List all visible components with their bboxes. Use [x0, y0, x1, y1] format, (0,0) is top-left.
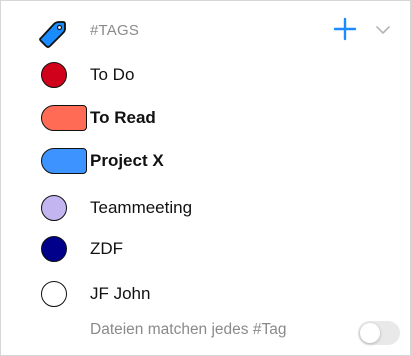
tag-color-swatch	[41, 148, 87, 174]
tag-label: Teammeeting	[90, 198, 193, 217]
tag-color-swatch	[41, 62, 67, 88]
tag-color-swatch	[41, 236, 67, 262]
match-all-toggle[interactable]	[358, 321, 400, 345]
tag-item[interactable]: To Do	[1, 55, 410, 95]
tags-section-title: #TAGS	[90, 22, 140, 39]
toggle-knob	[360, 323, 380, 343]
tag-label: To Do	[90, 65, 135, 84]
tag-item[interactable]: Project X	[1, 141, 410, 181]
tag-icon	[39, 21, 66, 48]
match-all-label: Dateien matchen jedes #Tag	[90, 321, 287, 338]
tag-item[interactable]: Teammeeting	[1, 188, 410, 228]
plus-icon	[333, 17, 357, 41]
tag-color-swatch	[41, 281, 67, 307]
tag-label: Project X	[90, 151, 164, 170]
tag-item[interactable]: To Read	[1, 98, 410, 138]
tag-item[interactable]: ZDF	[1, 229, 410, 269]
tag-color-swatch	[41, 195, 67, 221]
tag-label: JF John	[90, 284, 151, 303]
tags-header: #TAGS	[1, 1, 410, 61]
tags-panel: #TAGS To Do To Read Project X Teammeeting ZD…	[0, 0, 411, 356]
chevron-down-icon	[376, 26, 390, 34]
tag-item[interactable]: JF John	[1, 274, 410, 314]
tag-color-swatch	[41, 105, 87, 131]
collapse-tags-button[interactable]	[373, 22, 393, 38]
add-tag-button[interactable]	[331, 15, 359, 43]
tag-label: To Read	[90, 108, 156, 127]
tag-label: ZDF	[90, 239, 124, 258]
match-all-row: Dateien matchen jedes #Tag	[1, 309, 410, 353]
